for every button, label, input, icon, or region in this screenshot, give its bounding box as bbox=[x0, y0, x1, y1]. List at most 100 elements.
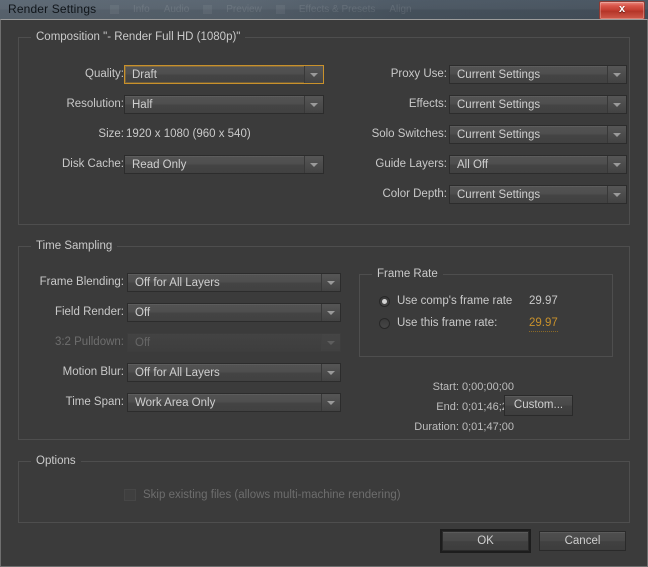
comp-frame-rate-value: 29.97 bbox=[529, 294, 558, 309]
chevron-down-icon bbox=[613, 133, 621, 137]
pulldown-dropdown-value: Off bbox=[135, 334, 150, 352]
field-time-span: Time Span: Work Area Only bbox=[19, 393, 349, 412]
effects-dropdown-arrow-box bbox=[607, 96, 626, 113]
custom-frame-rate-input[interactable]: 29.97 bbox=[529, 316, 558, 332]
chevron-down-icon bbox=[613, 73, 621, 77]
field-solo-switches-label: Solo Switches: bbox=[337, 125, 447, 144]
ok-button[interactable]: OK bbox=[442, 531, 529, 551]
proxy-use-dropdown-arrow-box bbox=[607, 66, 626, 83]
skip-existing-files-row: Skip existing files (allows multi-machin… bbox=[124, 488, 544, 504]
solo-switches-dropdown-value: Current Settings bbox=[457, 126, 540, 144]
start-value: 0;00;00;00 bbox=[462, 381, 514, 393]
frame-rate-group-title: Frame Rate bbox=[372, 268, 443, 280]
field-quality: Quality: Draft bbox=[19, 65, 339, 84]
end-timecode: End: 0;01;46;29 bbox=[364, 400, 514, 415]
cancel-button[interactable]: Cancel bbox=[539, 531, 626, 551]
field-render-dropdown-arrow-box bbox=[321, 304, 340, 321]
motion-blur-dropdown[interactable]: Off for All Layers bbox=[127, 363, 341, 382]
color-depth-dropdown-value: Current Settings bbox=[457, 186, 540, 204]
composition-group-title: Composition "- Render Full HD (1080p)" bbox=[31, 31, 245, 43]
options-group: Options Skip existing files (allows mult… bbox=[18, 461, 630, 523]
background-panel-tabs: Info Audio Preview Effects & Presets Ali… bbox=[110, 1, 580, 18]
field-render-dropdown[interactable]: Off bbox=[127, 303, 341, 322]
disk-cache-dropdown-arrow-box bbox=[304, 156, 323, 173]
field-guide-layers: Guide Layers: All Off bbox=[339, 155, 629, 174]
field-time-span-label: Time Span: bbox=[14, 393, 124, 412]
disk-cache-dropdown[interactable]: Read Only bbox=[124, 155, 324, 174]
field-effects-label: Effects: bbox=[337, 95, 447, 114]
frame-rate-group: Frame Rate Use comp's frame rate 29.97 U… bbox=[359, 274, 613, 357]
duration-value: 0;01;47;00 bbox=[462, 421, 514, 433]
chevron-down-icon bbox=[327, 311, 335, 315]
field-size: Size: 1920 x 1080 (960 x 540) bbox=[19, 125, 339, 144]
field-color-depth-label: Color Depth: bbox=[337, 185, 447, 204]
radio-button-comp-frame-rate[interactable] bbox=[379, 296, 390, 307]
custom-button[interactable]: Custom... bbox=[504, 395, 573, 416]
guide-layers-dropdown[interactable]: All Off bbox=[449, 155, 627, 174]
field-resolution-label: Resolution: bbox=[24, 95, 124, 114]
pulldown-dropdown: Off bbox=[127, 333, 341, 352]
time-sampling-group: Time Sampling Frame Blending: Off for Al… bbox=[18, 246, 630, 440]
field-field-render: Field Render: Off bbox=[19, 303, 349, 322]
quality-dropdown[interactable]: Draft bbox=[124, 65, 324, 84]
field-motion-blur-label: Motion Blur: bbox=[14, 363, 124, 382]
resolution-dropdown[interactable]: Half bbox=[124, 95, 324, 114]
time-sampling-group-title: Time Sampling bbox=[31, 240, 117, 252]
field-size-label: Size: bbox=[24, 125, 124, 144]
field-proxy-use-label: Proxy Use: bbox=[337, 65, 447, 84]
color-depth-dropdown-arrow-box bbox=[607, 186, 626, 203]
solo-switches-dropdown[interactable]: Current Settings bbox=[449, 125, 627, 144]
radio-use-comp-frame-rate-label: Use comp's frame rate bbox=[397, 294, 512, 309]
radio-use-comp-frame-rate[interactable]: Use comp's frame rate 29.97 bbox=[379, 294, 599, 310]
quality-dropdown-arrow-box bbox=[304, 66, 323, 83]
frame-blending-dropdown[interactable]: Off for All Layers bbox=[127, 273, 341, 292]
field-color-depth: Color Depth: Current Settings bbox=[339, 185, 629, 204]
panel-icon bbox=[276, 5, 285, 14]
effects-dropdown[interactable]: Current Settings bbox=[449, 95, 627, 114]
field-solo-switches: Solo Switches: Current Settings bbox=[339, 125, 629, 144]
pulldown-dropdown-arrow-box bbox=[321, 334, 340, 351]
panel-icon bbox=[203, 5, 212, 14]
panel-icon bbox=[110, 5, 119, 14]
chevron-down-icon bbox=[327, 371, 335, 375]
ghost-tab-label-2: Preview bbox=[226, 4, 262, 15]
chevron-down-icon bbox=[327, 281, 335, 285]
close-button[interactable]: x bbox=[599, 1, 645, 19]
ghost-tab-label-1: Audio bbox=[164, 4, 190, 15]
time-span-dropdown-arrow-box bbox=[321, 394, 340, 411]
close-icon: x bbox=[600, 2, 644, 17]
radio-button-this-frame-rate[interactable] bbox=[379, 318, 390, 329]
field-frame-blending-label: Frame Blending: bbox=[14, 273, 124, 292]
field-resolution: Resolution: Half bbox=[19, 95, 339, 114]
size-value: 1920 x 1080 (960 x 540) bbox=[126, 125, 251, 144]
start-timecode: Start: 0;00;00;00 bbox=[364, 380, 514, 395]
chevron-down-icon bbox=[613, 103, 621, 107]
dialog-body: Composition "- Render Full HD (1080p)" Q… bbox=[0, 19, 648, 567]
ghost-tab-label-3: Effects & Presets bbox=[299, 4, 376, 15]
radio-use-this-frame-rate[interactable]: Use this frame rate: 29.97 bbox=[379, 316, 599, 332]
field-proxy-use: Proxy Use: Current Settings bbox=[339, 65, 629, 84]
composition-group: Composition "- Render Full HD (1080p)" Q… bbox=[18, 37, 630, 225]
proxy-use-dropdown[interactable]: Current Settings bbox=[449, 65, 627, 84]
guide-layers-dropdown-arrow-box bbox=[607, 156, 626, 173]
field-pulldown-label: 3:2 Pulldown: bbox=[14, 333, 124, 352]
motion-blur-dropdown-value: Off for All Layers bbox=[135, 364, 220, 382]
color-depth-dropdown[interactable]: Current Settings bbox=[449, 185, 627, 204]
quality-dropdown-value: Draft bbox=[132, 66, 157, 84]
window-title: Render Settings bbox=[8, 2, 96, 16]
skip-existing-files-checkbox bbox=[124, 489, 136, 501]
motion-blur-dropdown-arrow-box bbox=[321, 364, 340, 381]
duration-timecode: Duration: 0;01;47;00 bbox=[364, 420, 514, 435]
field-field-render-label: Field Render: bbox=[14, 303, 124, 322]
chevron-down-icon bbox=[310, 163, 318, 167]
frame-blending-dropdown-arrow-box bbox=[321, 274, 340, 291]
start-label: Start: bbox=[433, 381, 459, 393]
chevron-down-icon bbox=[613, 163, 621, 167]
options-group-title: Options bbox=[31, 455, 81, 467]
time-span-dropdown[interactable]: Work Area Only bbox=[127, 393, 341, 412]
ghost-tab-label-4: Align bbox=[389, 4, 411, 15]
solo-switches-dropdown-arrow-box bbox=[607, 126, 626, 143]
title-bar: Info Audio Preview Effects & Presets Ali… bbox=[0, 0, 648, 19]
titlebar-gloss bbox=[0, 0, 648, 19]
ghost-tab-label-0: Info bbox=[133, 4, 150, 15]
